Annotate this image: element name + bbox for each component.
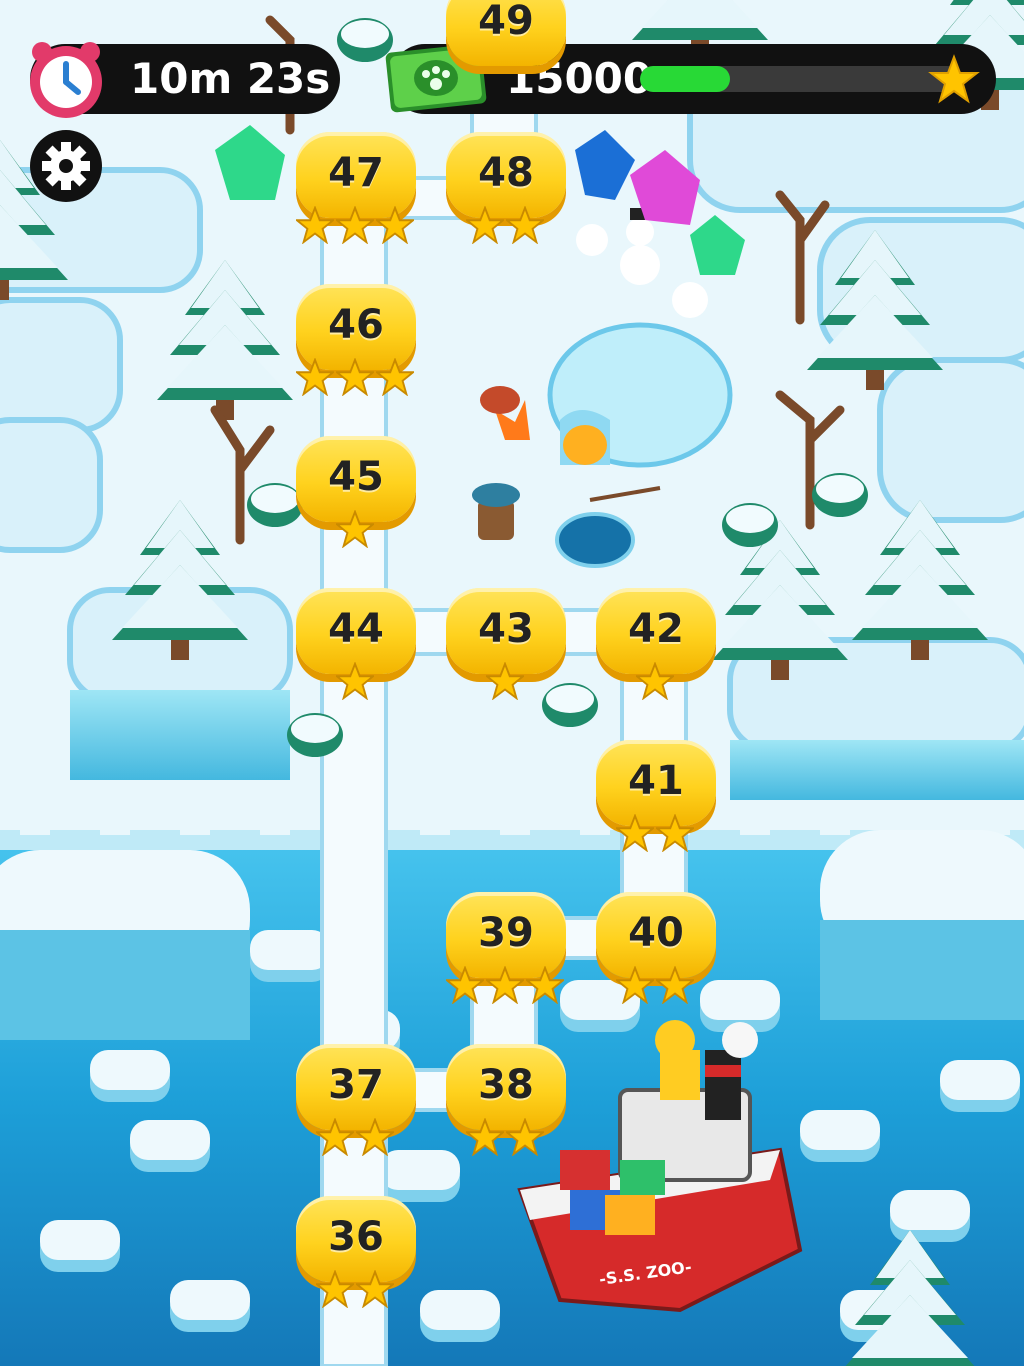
level-stars <box>634 661 676 702</box>
level-node-43[interactable]: 43 <box>446 588 566 701</box>
progress-fill <box>640 66 730 92</box>
star-icon <box>654 813 696 854</box>
star-icon <box>314 1117 356 1158</box>
level-stars <box>294 357 416 398</box>
level-number: 40 <box>628 910 684 956</box>
star-icon <box>524 965 566 1006</box>
level-stars <box>334 509 376 550</box>
level-node-48[interactable]: 48 <box>446 132 566 245</box>
star-icon <box>504 1117 546 1158</box>
level-node-47[interactable]: 47 <box>294 132 416 245</box>
star-icon <box>484 965 526 1006</box>
level-node-36[interactable]: 36 <box>296 1196 416 1309</box>
level-node-46[interactable]: 46 <box>294 284 416 397</box>
level-stars <box>464 1117 546 1158</box>
fish-bucket <box>472 483 520 540</box>
ice-floe-large-left <box>0 850 250 1040</box>
settings-button[interactable] <box>30 130 102 202</box>
level-stars <box>334 661 376 702</box>
level-node-40[interactable]: 40 <box>596 892 716 1005</box>
level-stars <box>314 1117 396 1158</box>
level-node-45[interactable]: 45 <box>296 436 416 549</box>
star-icon <box>464 205 506 246</box>
level-stars <box>614 965 696 1006</box>
level-stars <box>444 965 566 1006</box>
level-number: 38 <box>478 1062 534 1108</box>
level-number: 46 <box>328 302 384 348</box>
star-icon <box>484 661 526 702</box>
star-icon <box>928 54 980 106</box>
level-stars <box>294 205 416 246</box>
level-number: 41 <box>628 758 684 804</box>
level-node-49[interactable]: 49 <box>446 0 566 76</box>
star-icon <box>374 205 416 246</box>
level-stars <box>614 813 696 854</box>
level-number: 44 <box>328 606 384 652</box>
gear-icon <box>42 142 90 190</box>
star-icon <box>614 965 656 1006</box>
level-node-42[interactable]: 42 <box>596 588 716 701</box>
level-stars <box>464 205 546 246</box>
star-icon <box>354 1117 396 1158</box>
level-number: 36 <box>328 1214 384 1260</box>
star-icon <box>294 357 336 398</box>
level-node-41[interactable]: 41 <box>596 740 716 853</box>
level-number: 42 <box>628 606 684 652</box>
level-stars <box>484 661 526 702</box>
star-icon <box>334 357 376 398</box>
level-node-44[interactable]: 44 <box>296 588 416 701</box>
star-icon <box>334 661 376 702</box>
level-number: 49 <box>478 0 534 44</box>
igloo <box>547 322 733 468</box>
star-icon <box>634 661 676 702</box>
star-icon <box>294 205 336 246</box>
star-icon <box>504 205 546 246</box>
level-number: 39 <box>478 910 534 956</box>
level-number: 47 <box>328 150 384 196</box>
alarm-clock-icon <box>24 38 108 122</box>
star-icon <box>334 509 376 550</box>
ice-floe-large-right <box>820 830 1024 1020</box>
star-icon <box>614 813 656 854</box>
star-icon <box>314 1269 356 1310</box>
level-stars <box>314 1269 396 1310</box>
star-icon <box>354 1269 396 1310</box>
level-number: 45 <box>328 454 384 500</box>
level-number: 48 <box>478 150 534 196</box>
star-icon <box>374 357 416 398</box>
level-node-37[interactable]: 37 <box>296 1044 416 1157</box>
star-icon <box>334 205 376 246</box>
level-number: 43 <box>478 606 534 652</box>
progress-track <box>640 66 960 92</box>
star-icon <box>654 965 696 1006</box>
level-number: 37 <box>328 1062 384 1108</box>
star-icon <box>464 1117 506 1158</box>
level-node-39[interactable]: 39 <box>444 892 566 1005</box>
timer-text: 10m 23s <box>130 54 331 103</box>
star-icon <box>444 965 486 1006</box>
level-node-38[interactable]: 38 <box>446 1044 566 1157</box>
